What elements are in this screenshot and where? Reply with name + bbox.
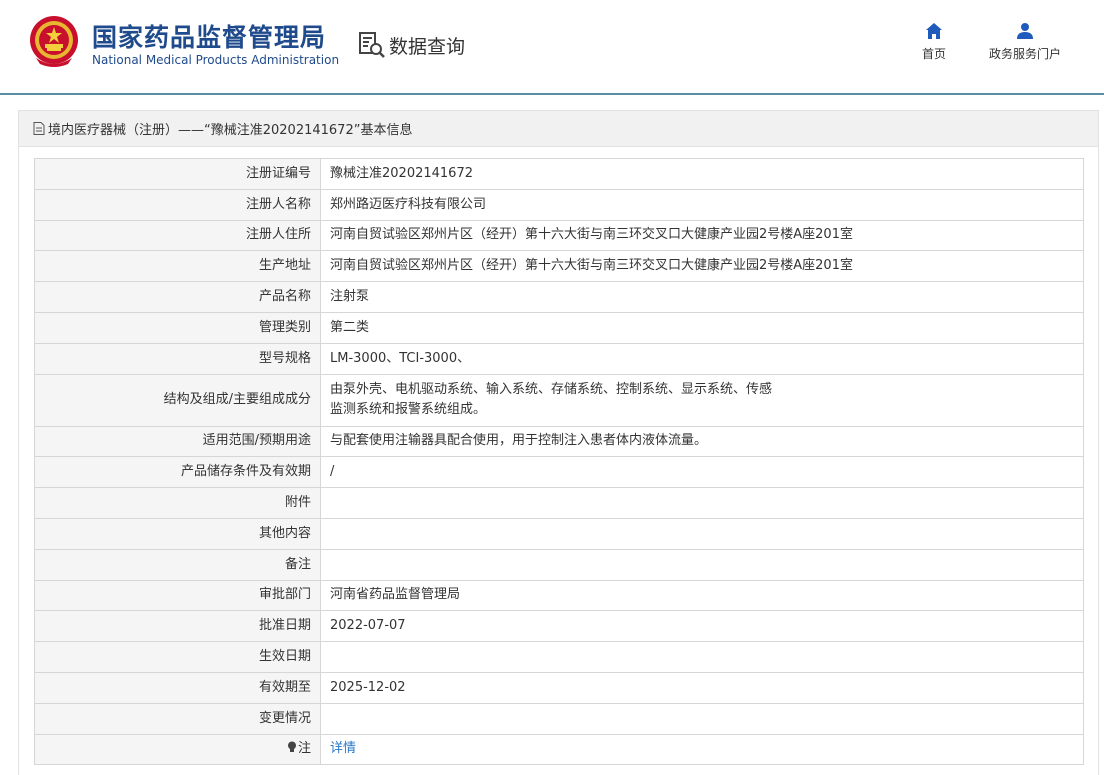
table-row: 附件	[34, 487, 1084, 519]
row-value: 郑州路迈医疗科技有限公司	[320, 188, 1084, 221]
table-row: 型号规格 LM-3000、TCI-3000、	[34, 342, 1084, 375]
detail-link[interactable]: 详情	[330, 741, 356, 756]
row-key: 有效期至	[34, 671, 321, 704]
table-row: 注册证编号 豫械注准20202141672	[34, 158, 1084, 190]
table-row: 注册人名称 郑州路迈医疗科技有限公司	[34, 188, 1084, 221]
table-row: 批准日期 2022-07-07	[34, 610, 1084, 643]
row-value: /	[320, 456, 1084, 489]
site-logo-subtitle: National Medical Products Administration	[92, 53, 340, 67]
table-row: 结构及组成/主要组成成分 由泵外壳、电机驱动系统、输入系统、存储系统、控制系统、显…	[34, 373, 1084, 427]
row-value	[320, 548, 1084, 581]
table-row: 注册人住所 河南自贸试验区郑州片区（经开）第十六大街与南三环交叉口大健康产业园2号…	[34, 219, 1084, 252]
row-key: 适用范围/预期用途	[34, 425, 321, 458]
row-value	[320, 517, 1084, 550]
row-key: 结构及组成/主要组成成分	[34, 373, 321, 427]
site-header: 国家药品监督管理局 National Medical Products Admi…	[0, 0, 1104, 95]
data-query-heading: 数据查询	[357, 30, 465, 60]
row-key: 变更情况	[34, 702, 321, 735]
row-key: 备注	[34, 548, 321, 581]
row-key: 注册人名称	[34, 188, 321, 221]
row-key: 生效日期	[34, 641, 321, 673]
home-icon	[926, 23, 942, 39]
row-value: 详情	[320, 733, 1084, 766]
row-value: 2022-07-07	[320, 610, 1084, 643]
row-value	[320, 487, 1084, 519]
row-key: 管理类别	[34, 311, 321, 344]
nav-service-portal-label: 政务服务门户	[988, 47, 1061, 61]
row-key: 产品名称	[34, 281, 321, 313]
table-row: 产品名称 注射泵	[34, 281, 1084, 313]
row-value	[320, 641, 1084, 673]
row-value	[320, 702, 1084, 735]
row-key-note: 注	[34, 733, 321, 766]
row-key: 注册人住所	[34, 219, 321, 252]
data-query-label: 数据查询	[389, 35, 466, 58]
row-key: 生产地址	[34, 250, 321, 283]
row-key: 其他内容	[34, 517, 321, 550]
table-row: 适用范围/预期用途 与配套使用注输器具配合使用，用于控制注入患者体内液体流量。	[34, 425, 1084, 458]
nav-home[interactable]: 首页	[918, 22, 950, 62]
header-divider	[0, 93, 1104, 95]
row-value: 第二类	[320, 311, 1084, 344]
table-row: 备注	[34, 548, 1084, 581]
lightbulb-icon	[287, 741, 296, 753]
row-value: 河南自贸试验区郑州片区（经开）第十六大街与南三环交叉口大健康产业园2号楼A座20…	[320, 219, 1084, 252]
row-key: 审批部门	[34, 579, 321, 612]
nav-service-portal[interactable]: 政务服务门户	[983, 22, 1067, 62]
document-search-icon	[359, 32, 385, 58]
row-value: 2025-12-02	[320, 671, 1084, 704]
row-key: 批准日期	[34, 610, 321, 643]
row-key: 产品储存条件及有效期	[34, 456, 321, 489]
row-value: 注射泵	[320, 281, 1084, 313]
row-value: 豫械注准20202141672	[320, 158, 1084, 190]
table-row: 审批部门 河南省药品监督管理局	[34, 579, 1084, 612]
row-key: 型号规格	[34, 342, 321, 375]
row-key: 附件	[34, 487, 321, 519]
row-value: 与配套使用注输器具配合使用，用于控制注入患者体内液体流量。	[320, 425, 1084, 458]
table-row: 有效期至 2025-12-02	[34, 671, 1084, 704]
row-value: 河南自贸试验区郑州片区（经开）第十六大街与南三环交叉口大健康产业园2号楼A座20…	[320, 250, 1084, 283]
panel-title: 境内医疗器械（注册）——“豫械注准20202141672”基本信息	[48, 123, 413, 138]
row-value: LM-3000、TCI-3000、	[320, 342, 1084, 375]
table-row: 变更情况	[34, 702, 1084, 735]
panel-header: 境内医疗器械（注册）——“豫械注准20202141672”基本信息	[19, 111, 1098, 147]
row-key: 注册证编号	[34, 158, 321, 190]
row-value-line: 由泵外壳、电机驱动系统、输入系统、存储系统、控制系统、显示系统、传感	[330, 382, 773, 398]
row-value-line: 监测系统和报警系统组成。	[330, 402, 487, 418]
site-logo-title: 国家药品监督管理局	[92, 23, 327, 52]
document-icon	[33, 122, 45, 135]
user-icon	[1017, 23, 1033, 39]
table-row: 产品储存条件及有效期 /	[34, 456, 1084, 489]
info-table: 注册证编号 豫械注准20202141672 注册人名称 郑州路迈医疗科技有限公司 注…	[34, 158, 1084, 766]
row-value: 由泵外壳、电机驱动系统、输入系统、存储系统、控制系统、显示系统、传感 监测系统和报…	[320, 373, 1084, 427]
nav-home-label: 首页	[921, 47, 946, 61]
row-key-note-label: 注	[297, 741, 311, 757]
table-row: 管理类别 第二类	[34, 311, 1084, 344]
basic-info-panel: 境内医疗器械（注册）——“豫械注准20202141672”基本信息 注册证编号豫…	[18, 110, 1099, 775]
table-row: 生产地址 河南自贸试验区郑州片区（经开）第十六大街与南三环交叉口大健康产业园2号楼…	[34, 250, 1084, 283]
table-row: 其他内容	[34, 517, 1084, 550]
table-row: 注 详情	[34, 733, 1084, 766]
row-value: 河南省药品监督管理局	[320, 579, 1084, 612]
national-emblem-icon	[30, 16, 78, 67]
table-row: 生效日期	[34, 641, 1084, 673]
